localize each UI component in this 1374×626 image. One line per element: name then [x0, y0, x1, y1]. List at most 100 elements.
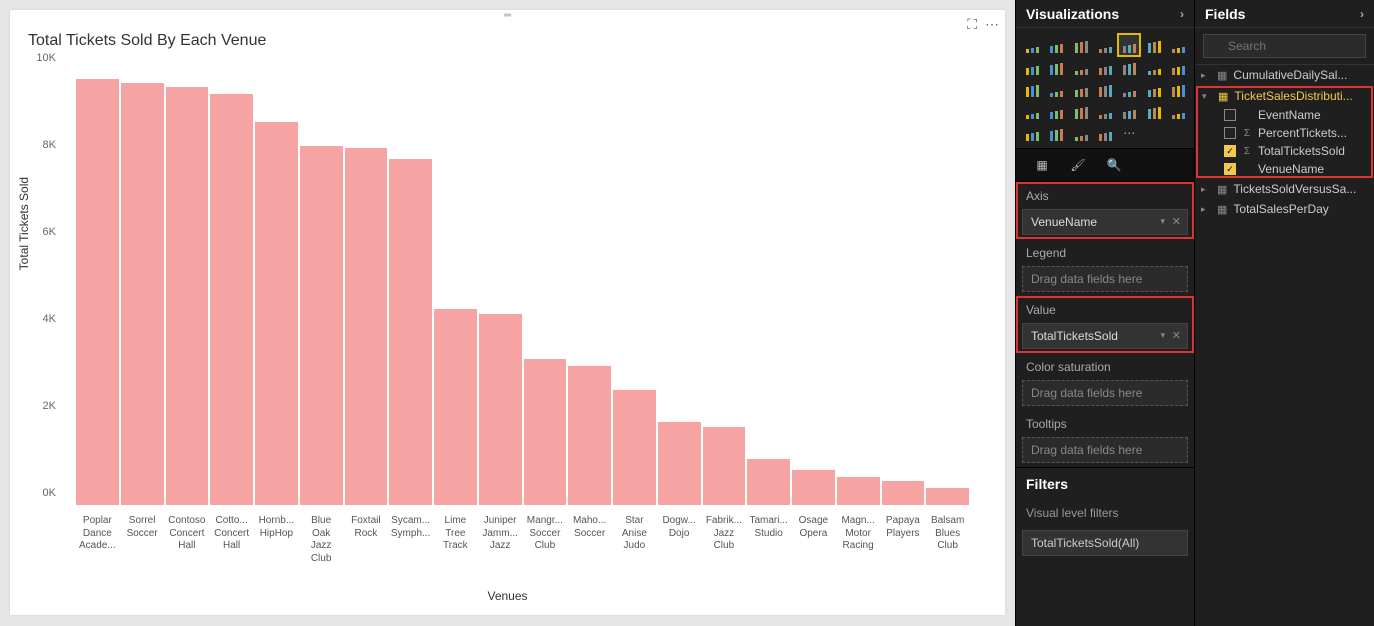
search-input[interactable] [1203, 34, 1366, 58]
bar[interactable] [568, 366, 611, 505]
expand-icon[interactable]: ▸ [1201, 204, 1211, 215]
viz-type-icon[interactable] [1118, 78, 1140, 100]
viz-type-icon[interactable] [1070, 56, 1092, 78]
bar[interactable] [389, 159, 432, 505]
expand-icon[interactable]: ▸ [1201, 70, 1211, 81]
chevron-right-icon[interactable]: › [1180, 7, 1184, 21]
legend-field-well[interactable]: Drag data fields here [1022, 266, 1188, 292]
tooltips-field-well[interactable]: Drag data fields here [1022, 437, 1188, 463]
table-row[interactable]: ▸ ▦ CumulativeDailySal... [1195, 65, 1374, 85]
collapse-icon[interactable]: ▾ [1202, 91, 1212, 102]
viz-type-icon[interactable] [1143, 34, 1165, 56]
viz-type-icon[interactable] [1167, 78, 1189, 100]
more-options-icon[interactable]: ⋯ [985, 16, 999, 33]
viz-type-icon[interactable] [1143, 56, 1165, 78]
dropdown-icon[interactable]: ▾ [1160, 216, 1165, 227]
bar[interactable] [926, 488, 969, 505]
bar[interactable] [658, 422, 701, 505]
dropdown-icon[interactable]: ▾ [1160, 330, 1165, 341]
x-tick-label: PoplarDanceAcade... [76, 511, 119, 577]
drag-handle-icon[interactable]: ═ [488, 10, 528, 20]
report-canvas[interactable]: ═ ⛶ ⋯ Total Tickets Sold By Each Venue T… [0, 0, 1015, 626]
field-checkbox[interactable]: ✓ [1224, 145, 1236, 157]
bar[interactable] [255, 122, 298, 505]
value-field-well[interactable]: TotalTicketsSold ▾ ✕ [1022, 323, 1188, 349]
colorsat-field-well[interactable]: Drag data fields here [1022, 380, 1188, 406]
bar[interactable] [300, 146, 343, 505]
bar[interactable] [210, 94, 253, 505]
viz-type-icon[interactable] [1021, 34, 1043, 56]
field-row[interactable]: ✓ VenueName [1196, 160, 1373, 178]
bar[interactable] [747, 459, 790, 505]
y-tick: 4K [43, 313, 56, 325]
viz-type-icon[interactable] [1045, 122, 1067, 144]
viz-type-icon[interactable] [1143, 100, 1165, 122]
bar[interactable] [837, 477, 880, 505]
remove-field-icon[interactable]: ✕ [1172, 329, 1181, 342]
bar[interactable] [524, 359, 567, 505]
viz-type-icon[interactable] [1167, 56, 1189, 78]
tab-format-icon[interactable]: 🖌 [1060, 153, 1096, 177]
field-row[interactable]: Σ PercentTickets... [1196, 124, 1373, 142]
viz-type-icon[interactable] [1118, 56, 1140, 78]
viz-type-icon[interactable] [1021, 56, 1043, 78]
field-checkbox[interactable] [1224, 109, 1236, 121]
bar[interactable] [345, 148, 388, 505]
field-name: TotalTicketsSold [1258, 144, 1345, 158]
field-checkbox[interactable] [1224, 127, 1236, 139]
axis-field-well[interactable]: VenueName ▾ ✕ [1022, 209, 1188, 235]
tab-analytics-icon[interactable]: 🔍 [1096, 153, 1132, 177]
bar[interactable] [121, 83, 164, 505]
fields-header[interactable]: Fields › [1195, 0, 1374, 28]
viz-type-icon[interactable] [1021, 122, 1043, 144]
table-row[interactable]: ▸ ▦ TotalSalesPerDay [1195, 199, 1374, 219]
visualizations-header[interactable]: Visualizations › [1016, 0, 1194, 28]
bar[interactable] [613, 390, 656, 505]
viz-type-icon[interactable] [1070, 34, 1092, 56]
viz-type-icon[interactable] [1094, 56, 1116, 78]
viz-type-icon[interactable] [1143, 78, 1165, 100]
viz-type-icon[interactable] [1070, 122, 1092, 144]
viz-type-icon[interactable] [1167, 100, 1189, 122]
viz-type-icon[interactable] [1070, 78, 1092, 100]
viz-type-icon[interactable] [1045, 78, 1067, 100]
chart-visual[interactable]: ═ ⛶ ⋯ Total Tickets Sold By Each Venue T… [10, 10, 1005, 615]
chevron-right-icon[interactable]: › [1360, 7, 1364, 21]
field-row[interactable]: EventName [1196, 106, 1373, 124]
viz-type-icon[interactable] [1118, 100, 1140, 122]
remove-field-icon[interactable]: ✕ [1172, 215, 1181, 228]
viz-type-icon[interactable] [1045, 56, 1067, 78]
bar[interactable] [703, 427, 746, 505]
viz-type-icon[interactable]: ⋯ [1118, 122, 1140, 144]
viz-type-icon[interactable] [1094, 100, 1116, 122]
viz-type-icon[interactable] [1045, 100, 1067, 122]
bar[interactable] [479, 314, 522, 505]
viz-type-icon[interactable] [1094, 34, 1116, 56]
field-row[interactable]: ✓ Σ TotalTicketsSold [1196, 142, 1373, 160]
bar[interactable] [882, 481, 925, 505]
table-row[interactable]: ▾ ▦ TicketSalesDistributi... [1196, 86, 1373, 106]
filter-item[interactable]: TotalTicketsSold(All) [1022, 530, 1188, 556]
viz-type-icon[interactable] [1094, 78, 1116, 100]
viz-type-icon[interactable] [1021, 100, 1043, 122]
viz-type-icon[interactable] [1021, 78, 1043, 100]
viz-type-icon[interactable] [1070, 100, 1092, 122]
expand-icon[interactable]: ▸ [1201, 184, 1211, 195]
viz-type-icon[interactable] [1167, 34, 1189, 56]
axis-label: Axis [1016, 182, 1194, 209]
bar[interactable] [76, 79, 119, 505]
viz-type-icon[interactable] [1045, 34, 1067, 56]
field-checkbox[interactable]: ✓ [1224, 163, 1236, 175]
focus-mode-icon[interactable]: ⛶ [967, 16, 977, 33]
x-axis-label: Venues [487, 589, 527, 603]
bar[interactable] [166, 87, 209, 505]
bar[interactable] [792, 470, 835, 505]
viz-type-icon[interactable] [1118, 34, 1140, 56]
visualizations-title: Visualizations [1026, 6, 1119, 22]
y-axis: 0K2K4K6K8K10K [24, 70, 58, 505]
x-tick-label: Fabrik...JazzClub [703, 511, 746, 577]
bar[interactable] [434, 309, 477, 505]
tab-fields-icon[interactable]: ▦ [1024, 153, 1060, 177]
viz-type-icon[interactable] [1094, 122, 1116, 144]
table-row[interactable]: ▸ ▦ TicketsSoldVersusSa... [1195, 179, 1374, 199]
